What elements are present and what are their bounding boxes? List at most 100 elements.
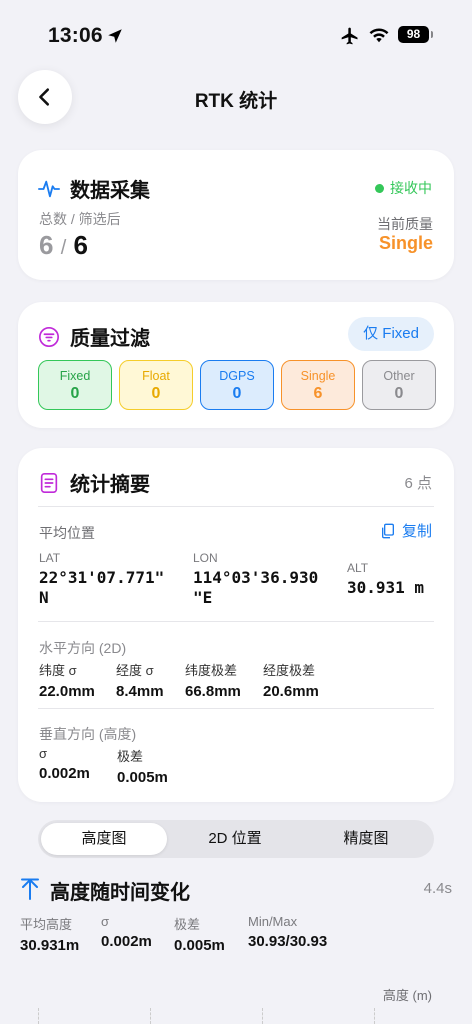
current-quality-label: 当前质量 xyxy=(377,216,433,232)
total-filtered-label: 总数 / 筛选后 xyxy=(39,211,121,227)
stat-value: 0.002m xyxy=(101,933,152,950)
stat-label: Min/Max xyxy=(248,914,298,929)
filter-pill-dgps[interactable]: DGPS 0 xyxy=(200,360,274,410)
chart-gridline xyxy=(262,1008,263,1024)
status-time: 13:06 xyxy=(48,24,103,47)
horizontal-stat-lon-range: 经度极差 20.6mm xyxy=(263,660,319,700)
copy-button[interactable]: 复制 xyxy=(380,520,432,541)
waveform-icon xyxy=(38,180,60,197)
vertical-stat-sigma: σ 0.002m xyxy=(39,746,90,782)
stat-value: 30.93/30.93 xyxy=(248,933,328,950)
divider xyxy=(38,708,434,709)
airplane-mode-icon xyxy=(341,27,358,45)
filter-lines-icon xyxy=(39,326,59,347)
lat-value-line2: N xyxy=(39,588,49,607)
alt-value: 30.931 m xyxy=(347,578,425,597)
chart-stat-avg-altitude: 平均高度 30.931m xyxy=(20,914,79,954)
altitude-chart-title: 高度随时间变化 xyxy=(50,882,190,904)
chart-tabs: 高度图 2D 位置 精度图 xyxy=(38,820,434,858)
filter-pill-count: 6 xyxy=(313,385,323,402)
data-collection-card: 数据采集 接收中 总数 / 筛选后 6 / 6 当前质量 Single xyxy=(18,150,454,280)
filter-pill-label: Float xyxy=(142,369,170,383)
horizontal-stat-lon-sigma: 经度 σ 8.4mm xyxy=(116,660,164,700)
horizontal-section-label: 水平方向 (2D) xyxy=(39,640,127,656)
filter-pill-single[interactable]: Single 6 xyxy=(281,360,355,410)
stat-label: 平均高度 xyxy=(20,917,73,932)
count-separator: / xyxy=(60,237,67,259)
lat-label: LAT xyxy=(39,551,61,565)
lat-value-line1: 22°31'07.771" xyxy=(39,568,165,587)
tab-precision-chart[interactable]: 精度图 xyxy=(303,823,429,855)
alt-label: ALT xyxy=(347,561,369,575)
vertical-stat-range: 极差 0.005m xyxy=(117,746,168,786)
quality-filter-header: 质量过滤 xyxy=(38,322,150,351)
stat-label: σ xyxy=(39,746,48,761)
divider xyxy=(38,506,434,507)
copy-icon xyxy=(381,523,394,538)
stat-value: 20.6mm xyxy=(263,683,319,700)
stat-label: 极差 xyxy=(117,749,144,764)
lon-label: LON xyxy=(193,551,218,565)
chart-gridline xyxy=(38,1008,39,1024)
chart-stat-min-max: Min/Max 30.93/30.93 xyxy=(248,914,327,950)
chart-stat-sigma: σ 0.002m xyxy=(101,914,152,950)
stat-value: 0.002m xyxy=(39,765,90,782)
chart-stat-range: 极差 0.005m xyxy=(174,914,225,954)
battery-indicator: 98 xyxy=(398,26,429,43)
arrow-up-icon xyxy=(21,878,39,900)
quality-filter-card: 质量过滤 仅 Fixed Fixed 0 Float 0 DGPS 0 Sing… xyxy=(18,302,454,428)
filter-pill-label: Fixed xyxy=(59,369,91,383)
total-count: 6 xyxy=(39,230,54,260)
filter-pill-label: Other xyxy=(383,369,415,383)
copy-label: 复制 xyxy=(401,523,432,540)
stat-label: 经度极差 xyxy=(263,663,316,678)
statistics-summary-title: 统计摘要 xyxy=(70,474,150,496)
quality-filter-title: 质量过滤 xyxy=(70,328,150,350)
tab-2d-position[interactable]: 2D 位置 xyxy=(172,823,298,855)
wifi-icon xyxy=(369,28,389,43)
filter-pill-label: DGPS xyxy=(219,369,255,383)
horizontal-stat-lat-sigma: 纬度 σ 22.0mm xyxy=(39,660,95,700)
filter-pill-other[interactable]: Other 0 xyxy=(362,360,436,410)
only-fixed-toggle[interactable]: 仅 Fixed xyxy=(348,317,434,351)
points-count: 6 点 xyxy=(404,475,432,492)
stat-label: 纬度极差 xyxy=(185,663,238,678)
average-position-label: 平均位置 xyxy=(39,525,95,541)
filter-pill-count: 0 xyxy=(394,385,404,402)
lon-value: 114°03'36.930 "E xyxy=(193,568,318,608)
filter-pill-count: 0 xyxy=(151,385,161,402)
stat-value: 66.8mm xyxy=(185,683,241,700)
chart-gridline xyxy=(150,1008,151,1024)
battery-tip xyxy=(431,31,433,38)
location-arrow-icon xyxy=(108,29,122,43)
filtered-count: 6 xyxy=(73,230,88,260)
stat-value: 30.931m xyxy=(20,937,80,954)
divider xyxy=(38,621,434,622)
filter-pill-fixed[interactable]: Fixed 0 xyxy=(38,360,112,410)
lon-value-line2: "E xyxy=(193,588,213,607)
filter-pill-count: 0 xyxy=(70,385,80,402)
stat-value: 22.0mm xyxy=(39,683,95,700)
document-icon xyxy=(40,472,58,493)
statistics-summary-header: 统计摘要 xyxy=(38,468,150,497)
filter-pill-count: 0 xyxy=(232,385,242,402)
current-quality-value: Single xyxy=(378,233,433,253)
tab-altitude-chart[interactable]: 高度图 xyxy=(41,823,167,855)
lat-value: 22°31'07.771" N xyxy=(39,568,164,608)
filter-pill-label: Single xyxy=(300,369,336,383)
stat-label: 极差 xyxy=(174,917,201,932)
chart-axis-label: 高度 (m) xyxy=(382,988,432,1003)
vertical-section-label: 垂直方向 (高度) xyxy=(39,726,137,742)
chart-gridline xyxy=(374,1008,375,1024)
total-filtered-value: 6 / 6 xyxy=(39,230,88,261)
filter-pill-float[interactable]: Float 0 xyxy=(119,360,193,410)
status-bar: 13:06 98 xyxy=(0,0,472,70)
chart-duration: 4.4s xyxy=(423,880,452,897)
receiving-dot-icon xyxy=(375,183,384,193)
data-collection-title: 数据采集 xyxy=(70,180,150,202)
stat-label: 经度 σ xyxy=(116,663,154,678)
horizontal-stat-lat-range: 纬度极差 66.8mm xyxy=(185,660,241,700)
stat-value: 0.005m xyxy=(117,769,168,786)
receiving-status: 接收中 xyxy=(375,178,432,198)
data-collection-header: 数据采集 xyxy=(38,174,150,203)
